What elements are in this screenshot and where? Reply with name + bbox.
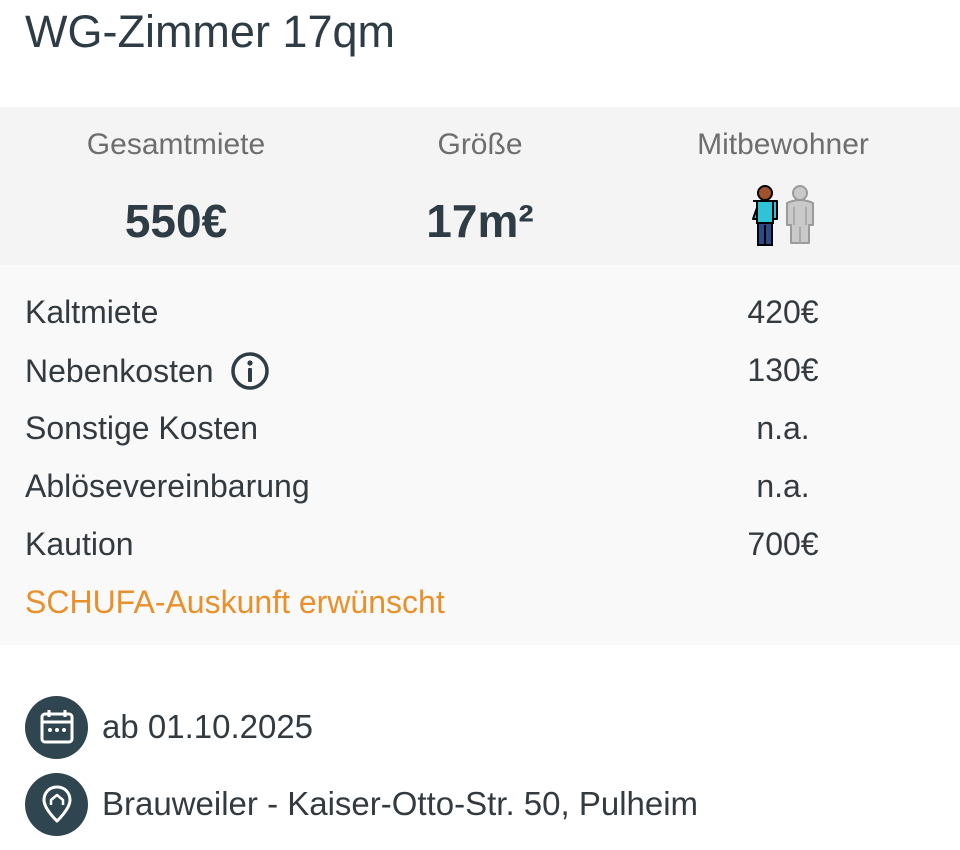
cost-label-text: Ablösevereinbarung [25, 468, 310, 504]
person-male-icon [752, 185, 778, 246]
cost-row-kaltmiete: Kaltmiete 420€ [0, 283, 960, 341]
flatmates-icons [623, 185, 943, 249]
cost-row-abloese: Ablösevereinbarung n.a. [0, 457, 960, 515]
flatmates-summary: Mitbewohner [623, 107, 943, 265]
costs-panel: Kaltmiete 420€ Nebenkosten 130€ Sonstige… [0, 265, 960, 645]
cost-label: Sonstige Kosten [25, 409, 258, 447]
cost-value: 130€ [747, 352, 819, 388]
cost-value: n.a. [756, 468, 810, 504]
cost-label-text: Kaution [25, 526, 134, 562]
cost-label-text: Sonstige Kosten [25, 410, 259, 446]
rent-value: 550€ [124, 195, 228, 247]
cost-label-text: Kaltmiete [25, 294, 159, 330]
person-placeholder-icon [786, 185, 814, 244]
cost-value: 700€ [747, 526, 819, 562]
cost-label: Nebenkosten [25, 351, 270, 391]
available-from: ab 01.10.2025 [102, 708, 314, 745]
flatmates-label: Mitbewohner [697, 128, 869, 161]
address: Brauweiler - Kaiser-Otto-Str. 50, Pulhei… [102, 785, 699, 822]
listing-title: WG-Zimmer 17qm [25, 6, 395, 57]
cost-label: Kaltmiete [25, 293, 158, 331]
cost-row-kaution: Kaution 700€ [0, 515, 960, 573]
rent-label: Gesamtmiete [86, 128, 266, 161]
cost-row-sonstige: Sonstige Kosten n.a. [0, 399, 960, 457]
info-icon[interactable] [230, 351, 270, 391]
cost-row-nebenkosten: Nebenkosten 130€ [0, 341, 960, 399]
cost-value: 420€ [747, 294, 819, 330]
size-value: 17m² [426, 195, 534, 247]
location-pin-icon [25, 772, 88, 836]
size-summary: Größe 17m² [320, 107, 640, 265]
cost-value: n.a. [756, 410, 810, 446]
rent-summary: Gesamtmiete 550€ [16, 107, 336, 265]
cost-label-text: Nebenkosten [25, 353, 214, 389]
calendar-icon [25, 695, 88, 759]
size-label: Größe [437, 128, 523, 161]
availability-row: ab 01.10.2025 [25, 695, 313, 759]
summary-panel: Gesamtmiete 550€ Größe 17m² Mitbewohner [0, 107, 960, 265]
schufa-note: SCHUFA-Auskunft erwünscht [25, 584, 445, 620]
cost-label: Ablösevereinbarung [25, 467, 310, 505]
cost-label: Kaution [25, 525, 134, 563]
address-row: Brauweiler - Kaiser-Otto-Str. 50, Pulhei… [25, 772, 698, 836]
